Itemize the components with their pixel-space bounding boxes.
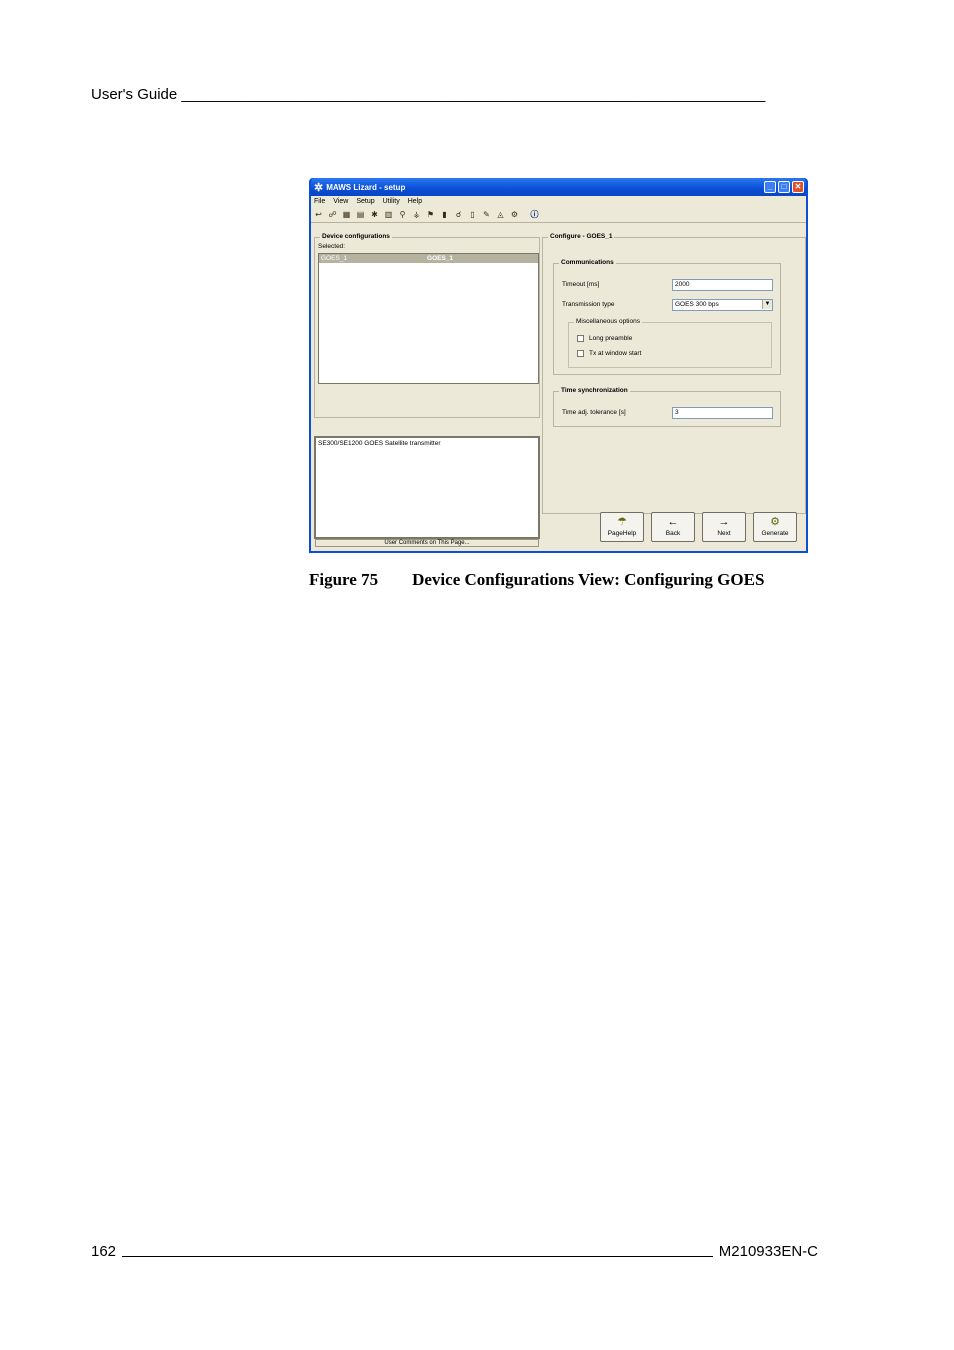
transmission-type-value: GOES 300 bps: [675, 301, 719, 308]
info-icon[interactable]: ⓘ: [529, 209, 540, 220]
minimize-icon[interactable]: _: [764, 181, 776, 193]
menu-bar: File View Setup Utility Help: [311, 196, 806, 207]
chevron-down-icon[interactable]: ▼: [762, 300, 772, 309]
window-client: File View Setup Utility Help ↩ ☍ ▦ ▤ ✱ ▥…: [311, 196, 806, 551]
app-window: ✲ MAWS Lizard - setup _ □ ✕ File View Se…: [309, 178, 808, 553]
transmission-type-label: Transmission type: [562, 301, 615, 308]
communications-title: Communications: [559, 259, 616, 266]
generate-button[interactable]: ⚙ Generate: [753, 512, 797, 542]
time-tolerance-label: Time adj. tolerance [s]: [562, 409, 626, 416]
menu-utility[interactable]: Utility: [383, 198, 400, 205]
maximize-icon[interactable]: □: [778, 181, 790, 193]
transmission-type-select[interactable]: GOES 300 bps ▼: [672, 299, 773, 311]
page-header: User's Guide ___________________________…: [91, 86, 811, 103]
device-description: SE300/SE1200 GOES Satellite transmitter: [318, 440, 441, 447]
selected-label: Selected:: [318, 243, 346, 250]
device-configurations-group: Device configurations Selected: GOES_1 G…: [314, 233, 540, 418]
gears-icon: ⚙: [770, 516, 780, 528]
next-label: Next: [717, 530, 731, 537]
wind-icon[interactable]: ⚲: [397, 209, 408, 220]
menu-setup[interactable]: Setup: [356, 198, 374, 205]
logger-icon[interactable]: ▥: [383, 209, 394, 220]
timeout-label: Timeout [ms]: [562, 281, 600, 288]
time-synchronization-title: Time synchronization: [559, 387, 630, 394]
device-list[interactable]: GOES_1 GOES_1: [318, 253, 539, 384]
long-preamble-label: Long preamble: [589, 335, 633, 342]
configure-group: Configure - GOES_1 Communications Timeou…: [542, 233, 806, 514]
miscellaneous-options-title: Miscellaneous options: [574, 318, 642, 325]
menu-help[interactable]: Help: [408, 198, 422, 205]
user-comments-label: User Comments on This Page...: [384, 540, 470, 546]
figure-caption: Figure 75 Device Configurations View: Con…: [309, 570, 764, 590]
flag-icon[interactable]: ⚑: [425, 209, 436, 220]
time-tolerance-input[interactable]: 3: [672, 407, 773, 419]
network-icon[interactable]: ☍: [327, 209, 338, 220]
generate-label: Generate: [761, 530, 789, 537]
tx-window-start-label: Tx at window start: [589, 350, 642, 357]
figure-number: Figure 75: [309, 570, 379, 589]
module-icon[interactable]: ▤: [355, 209, 366, 220]
timeout-input[interactable]: 2000: [672, 279, 773, 291]
bell-icon[interactable]: ◬: [495, 209, 506, 220]
device-name-cell: GOES_1: [321, 255, 348, 262]
header-rule: ________________________________________…: [181, 86, 766, 103]
user-comments-bar[interactable]: User Comments on This Page...: [315, 539, 539, 547]
toolbar: ↩ ☍ ▦ ▤ ✱ ▥ ⚲ ⚶ ⚑ ▮ ☌ ▯ ✎ ◬ ⚙ ⓘ: [311, 207, 806, 223]
device-description-box[interactable]: SE300/SE1200 GOES Satellite transmitter: [314, 436, 540, 539]
header-title: User's Guide: [91, 86, 178, 103]
page-footer: 162 M210933EN-C: [91, 1243, 818, 1260]
tx-window-start-checkbox[interactable]: Tx at window start: [577, 350, 641, 357]
lizard-icon: ✲: [314, 181, 324, 194]
checkbox-icon[interactable]: [577, 335, 584, 342]
back-button[interactable]: ← Back: [651, 512, 695, 542]
antenna-icon[interactable]: ⚶: [411, 209, 422, 220]
time-synchronization-group: Time synchronization Time adj. tolerance…: [553, 387, 781, 427]
measurement-icon[interactable]: ✱: [369, 209, 380, 220]
gear-icon[interactable]: ⚙: [509, 209, 520, 220]
menu-view[interactable]: View: [333, 198, 348, 205]
document-icon[interactable]: ▯: [467, 209, 478, 220]
device-configurations-title: Device configurations: [320, 233, 392, 240]
sensor-icon[interactable]: ▦: [341, 209, 352, 220]
footer-rule: [122, 1243, 713, 1257]
help-icon: ☂: [617, 516, 627, 528]
pagehelp-button[interactable]: ☂ PageHelp: [600, 512, 644, 542]
arrow-right-icon: →: [718, 516, 730, 528]
configure-title: Configure - GOES_1: [548, 233, 615, 240]
checkbox-icon[interactable]: [577, 350, 584, 357]
communications-group: Communications Timeout [ms] 2000 Transmi…: [553, 259, 781, 375]
device-type-cell: GOES_1: [427, 255, 454, 262]
title-bar[interactable]: ✲ MAWS Lizard - setup _ □ ✕: [311, 178, 806, 196]
document-code: M210933EN-C: [718, 1243, 818, 1260]
pen-icon[interactable]: ✎: [481, 209, 492, 220]
arrow-left-icon: ←: [667, 516, 679, 528]
next-button[interactable]: → Next: [702, 512, 746, 542]
return-icon[interactable]: ↩: [313, 209, 324, 220]
page-number: 162: [91, 1243, 117, 1260]
close-icon[interactable]: ✕: [792, 181, 804, 193]
window-title: MAWS Lizard - setup: [326, 182, 406, 192]
link-icon[interactable]: ☌: [453, 209, 464, 220]
miscellaneous-options-group: Miscellaneous options Long preamble Tx a…: [568, 318, 772, 368]
pagehelp-label: PageHelp: [607, 530, 637, 537]
long-preamble-checkbox[interactable]: Long preamble: [577, 335, 632, 342]
table-icon[interactable]: ▮: [439, 209, 450, 220]
figure-title: Device Configurations View: Configuring …: [412, 570, 765, 589]
back-label: Back: [665, 530, 681, 537]
list-item[interactable]: GOES_1 GOES_1: [319, 254, 538, 263]
menu-file[interactable]: File: [314, 198, 325, 205]
